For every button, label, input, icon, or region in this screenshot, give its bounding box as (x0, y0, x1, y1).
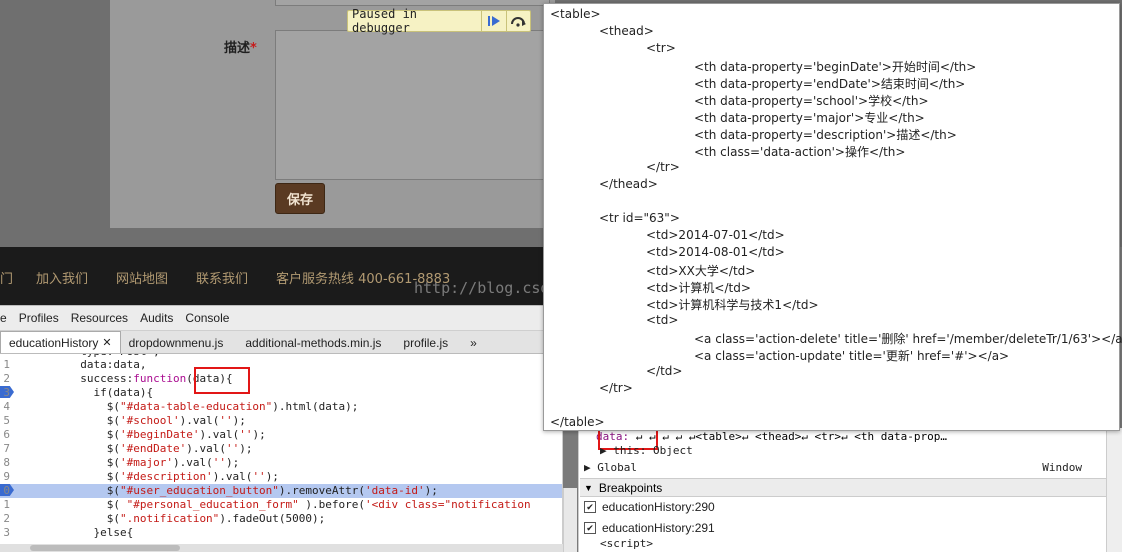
code-line: 5 $('#school').val(''); (3, 414, 246, 427)
tooltip-line: <td>计算机</td> (646, 281, 751, 295)
code-line: 2 success:function(data){ (3, 372, 233, 385)
code-line: 3 if(data){ (0, 386, 562, 400)
tooltip-line: <th data-property='endDate'>结束时间</th> (694, 77, 966, 91)
scrollbar-thumb[interactable] (30, 545, 180, 551)
sidebar-scrollbar[interactable] (1106, 428, 1122, 552)
code-line: 7 $('#endDate').val(''); (3, 442, 253, 455)
file-tab-label: educationHistory (9, 335, 99, 350)
tooltip-line: <th class='data-action'>操作</th> (694, 145, 906, 159)
breakpoint-label: educationHistory:291 (602, 521, 715, 535)
tooltip-line: <tr> (646, 41, 676, 55)
breakpoints-title: Breakpoints (598, 480, 663, 495)
tooltip-line: <th data-property='beginDate'>开始时间</th> (694, 60, 977, 74)
tooltip-line: <td>计算机科学与技术1</td> (646, 298, 819, 312)
code-line: 3 }else{ (3, 526, 134, 539)
breakpoints-header[interactable]: ▼ Breakpoints (580, 478, 1106, 497)
tooltip-line: <td>2014-08-01</td> (646, 245, 785, 259)
tooltip-line: </tr> (599, 381, 633, 395)
tooltip-line: </table> (550, 415, 605, 429)
form-input-field[interactable] (275, 0, 550, 6)
step-over-icon[interactable] (505, 11, 530, 31)
footer-link[interactable]: 门 (0, 268, 13, 287)
tooltip-line: <td> (646, 313, 679, 327)
tab-audits[interactable]: Audits (134, 311, 179, 325)
global-label: ▶ Global (584, 461, 637, 474)
footer-link-join-us[interactable]: 加入我们 (36, 268, 88, 287)
tab-console[interactable]: Console (179, 311, 235, 325)
paused-in-debugger-banner: Paused in debugger (347, 7, 531, 35)
expand-arrow-icon: ▼ (584, 482, 593, 493)
code-vertical-scrollbar[interactable] (563, 488, 577, 552)
footer-link-contact[interactable]: 联系我们 (196, 268, 248, 287)
scope-global[interactable]: ▶ Global Window (584, 461, 1104, 474)
variable-value-tooltip: <table> <thead> <tr> <th data-property='… (543, 3, 1122, 431)
code-line: 6 $('#beginDate').val(''); (3, 428, 266, 441)
save-button[interactable]: 保存 (275, 183, 325, 214)
file-tab-educationhistory[interactable]: educationHistory ✕ (0, 331, 121, 353)
more-tabs-icon[interactable]: » (456, 332, 485, 353)
tab-profiles[interactable]: Profiles (13, 311, 65, 325)
source-code-editor[interactable]: type: Post , 1 data:data, 2 success:func… (0, 354, 563, 552)
resume-icon[interactable] (481, 11, 505, 31)
code-line: 9 $('#description').val(''); (3, 470, 279, 483)
tooltip-line: </tr> (646, 160, 680, 174)
code-line: 8 $('#major').val(''); (3, 456, 240, 469)
scope-variable-this[interactable]: ▶ this: Object (600, 444, 693, 457)
tooltip-line: <thead> (599, 24, 654, 38)
tooltip-line: <tr id="63"> (599, 211, 680, 225)
scope-value: ↵ ↵ ↵ ↵ ↵<table>↵ <thead>↵ <tr>↵ <th dat… (629, 430, 948, 443)
code-line: 1 data:data, (3, 358, 147, 371)
tooltip-line: <table> (550, 7, 601, 21)
tooltip-line: <a class='action-update' title='更新' href… (694, 349, 1010, 363)
tooltip-line: </thead> (599, 177, 658, 191)
file-tab-profile[interactable]: profile.js (389, 332, 456, 353)
file-tab-dropdownmenu[interactable]: dropdownmenu.js (121, 332, 232, 353)
file-tab-additional-methods[interactable]: additional-methods.min.js (231, 332, 389, 353)
checkbox-checked-icon[interactable]: ✔ (584, 522, 596, 534)
paused-text: Paused in debugger (352, 7, 418, 35)
source-file-tabs: educationHistory ✕ dropdownmenu.js additi… (0, 331, 545, 354)
highlight-box-data-param (194, 367, 250, 394)
checkbox-checked-icon[interactable]: ✔ (584, 501, 596, 513)
global-value: Window (1042, 461, 1082, 474)
description-textarea[interactable] (275, 30, 550, 180)
code-line: 2 $(".notification").fadeOut(5000); (3, 512, 326, 525)
code-line-current: 0 $("#user_education_button").removeAttr… (0, 484, 562, 498)
tooltip-line: <th data-property='description'>描述</th> (694, 128, 957, 142)
breakpoint-code-preview: <script> (600, 537, 653, 550)
breakpoint-item[interactable]: ✔ educationHistory:291 (584, 521, 715, 535)
tab-elements[interactable]: e (0, 311, 13, 325)
required-mark: * (250, 41, 257, 56)
tooltip-line: <td>2014-07-01</td> (646, 228, 785, 242)
code-line: 1 $( "#personal_education_form" ).before… (3, 498, 531, 511)
breakpoint-item[interactable]: ✔ educationHistory:290 (584, 500, 715, 514)
tooltip-line: <th data-property='school'>学校</th> (694, 94, 929, 108)
tooltip-line: <td>XX大学</td> (646, 264, 756, 278)
tooltip-line: </td> (646, 364, 683, 378)
footer-link-sitemap[interactable]: 网站地图 (116, 268, 168, 287)
tooltip-line: <a class='action-delete' title='删除' href… (694, 332, 1122, 346)
description-label: 描述* (224, 41, 257, 56)
close-icon[interactable]: ✕ (102, 336, 111, 349)
code-horizontal-scrollbar[interactable] (0, 544, 563, 552)
devtools-panel-tabs: e Profiles Resources Audits Console (0, 305, 545, 331)
tab-resources[interactable]: Resources (65, 311, 134, 325)
tooltip-line: <th data-property='major'>专业</th> (694, 111, 925, 125)
breakpoint-label: educationHistory:290 (602, 500, 715, 514)
code-line: 4 $("#data-table-education").html(data); (3, 400, 359, 413)
